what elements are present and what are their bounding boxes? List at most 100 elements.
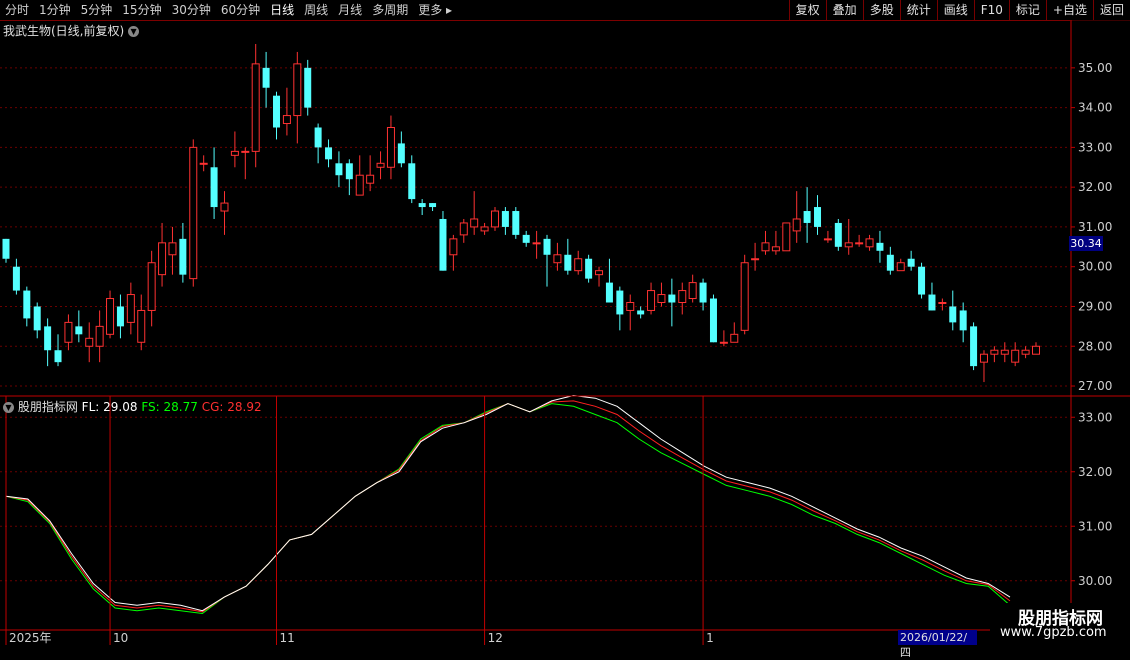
cg-value: 28.92 xyxy=(227,400,262,414)
candle-body-down xyxy=(210,167,218,208)
candle-body-up xyxy=(979,353,988,363)
candle-body-up xyxy=(938,302,947,304)
candle-body-down xyxy=(585,258,593,279)
candle-body-down xyxy=(564,254,572,271)
candle-body-up xyxy=(64,321,73,343)
toolbar-action-6[interactable]: 标记 xyxy=(1008,0,1046,20)
tab-period-0[interactable]: 分时 xyxy=(0,0,34,20)
grid xyxy=(0,67,1070,582)
price-tick-label: 31.00 xyxy=(1078,220,1112,234)
toolbar-action-5[interactable]: F10 xyxy=(973,0,1009,20)
current-price-tag: 30.34 xyxy=(1069,236,1103,251)
candle-body-down xyxy=(803,211,811,223)
candle-body-up xyxy=(199,162,208,165)
candle-body-up xyxy=(657,294,666,303)
indicator-tick-label: 30.00 xyxy=(1078,574,1112,588)
candle-body-up xyxy=(386,127,395,168)
candle-body-down xyxy=(116,306,124,327)
fl-line xyxy=(5,394,1011,612)
candle-body-up xyxy=(865,238,874,248)
watermark-url: www.7gpzb.com xyxy=(1000,625,1107,640)
toolbar-action-3[interactable]: 统计 xyxy=(899,0,937,20)
tab-period-6[interactable]: 日线 xyxy=(265,0,299,20)
candle-body-up xyxy=(220,202,229,212)
cg-line xyxy=(5,400,1011,613)
candle-body-down xyxy=(12,266,20,291)
tab-period-2[interactable]: 5分钟 xyxy=(76,0,118,20)
candle-body-down xyxy=(522,234,530,243)
candle-body-down xyxy=(397,143,405,164)
price-tick-label: 29.00 xyxy=(1078,299,1112,313)
candle-body-down xyxy=(814,207,822,227)
candle-body-down xyxy=(418,203,426,208)
candle-body-up xyxy=(990,349,999,355)
candle-body-up xyxy=(896,262,905,272)
indicator-name: 股朋指标网 xyxy=(17,400,78,414)
candle-body-down xyxy=(314,127,322,148)
candle-body-down xyxy=(543,238,551,255)
candle-body-up xyxy=(688,282,697,300)
toolbar-action-7[interactable]: +自选 xyxy=(1045,0,1093,20)
crosshair-date: 2026/01/22/四 xyxy=(898,630,977,659)
action-buttons: 复权 叠加 多股 统计 画线 F10 标记 +自选 返回 xyxy=(788,0,1130,20)
candle-body-up xyxy=(823,238,832,241)
toolbar-action-4[interactable]: 画线 xyxy=(936,0,974,20)
date-tick-label: 10 xyxy=(113,631,128,645)
date-tick-label: 2025年 xyxy=(9,631,52,645)
toolbar-action-8[interactable]: 返回 xyxy=(1092,0,1130,20)
candle-body-up xyxy=(553,254,562,264)
candle-body-up xyxy=(1021,349,1030,355)
candle-body-up xyxy=(771,246,780,252)
tab-period-1[interactable]: 1分钟 xyxy=(34,0,76,20)
candle-body-up xyxy=(751,258,760,261)
candle-body-up xyxy=(459,222,468,236)
candle-body-down xyxy=(345,163,353,180)
candle-body-up xyxy=(595,270,604,276)
candle-body-down xyxy=(834,222,842,247)
candle-body-up xyxy=(282,115,291,125)
more-menu-button[interactable]: 更多 ▸ xyxy=(413,0,457,20)
candle-body-up xyxy=(1032,345,1040,355)
candle-body-down xyxy=(75,326,83,335)
toolbar-action-2[interactable]: 多股 xyxy=(862,0,900,20)
candle-body-down xyxy=(33,306,41,331)
candle-body-down xyxy=(262,67,270,88)
indicator-tick-label: 32.00 xyxy=(1078,465,1112,479)
chevron-down-icon[interactable]: ▼ xyxy=(128,26,140,37)
candle-body-up xyxy=(251,63,260,152)
candle-body-up xyxy=(678,290,687,303)
candle-body-up xyxy=(158,242,167,276)
tab-period-7[interactable]: 周线 xyxy=(299,0,333,20)
candle-body-down xyxy=(886,254,894,271)
candle-body-up xyxy=(355,174,364,196)
toolbar-action-1[interactable]: 叠加 xyxy=(825,0,863,20)
candle-body-up xyxy=(126,294,135,323)
price-tick-label: 34.00 xyxy=(1078,101,1112,115)
candle-body-up xyxy=(490,210,499,228)
candle-body-up xyxy=(137,309,146,343)
candle-body-up xyxy=(574,258,583,272)
candle-body-up xyxy=(782,222,791,252)
candle-body-down xyxy=(273,95,281,128)
stock-title: 我武生物(日线,前复权) xyxy=(3,24,125,38)
candlesticks xyxy=(2,43,1040,383)
candle-body-up xyxy=(241,150,250,153)
toolbar-action-0[interactable]: 复权 xyxy=(788,0,826,20)
tab-period-3[interactable]: 15分钟 xyxy=(117,0,166,20)
tab-period-5[interactable]: 60分钟 xyxy=(216,0,265,20)
candle-body-down xyxy=(876,242,884,251)
tab-period-4[interactable]: 30分钟 xyxy=(167,0,216,20)
date-tick-label: 11 xyxy=(280,631,295,645)
chart-canvas[interactable]: 35.00 34.00 33.00 32.00 31.00 30.00 29.00 28.00… xyxy=(0,20,1130,650)
candle-body-down xyxy=(907,258,915,267)
chevron-down-icon[interactable]: ▼ xyxy=(3,402,14,413)
axes: 35.00 34.00 33.00 32.00 31.00 30.00 29.00 28.00… xyxy=(0,20,1130,645)
candle-body-down xyxy=(918,266,926,295)
candle-body-up xyxy=(761,242,770,252)
tab-period-8[interactable]: 月线 xyxy=(333,0,367,20)
price-tick-label: 35.00 xyxy=(1078,61,1112,75)
candle-body-down xyxy=(54,350,62,363)
tab-period-9[interactable]: 多周期 xyxy=(367,0,413,20)
candle-body-down xyxy=(949,306,957,323)
candle-body-down xyxy=(616,290,624,315)
